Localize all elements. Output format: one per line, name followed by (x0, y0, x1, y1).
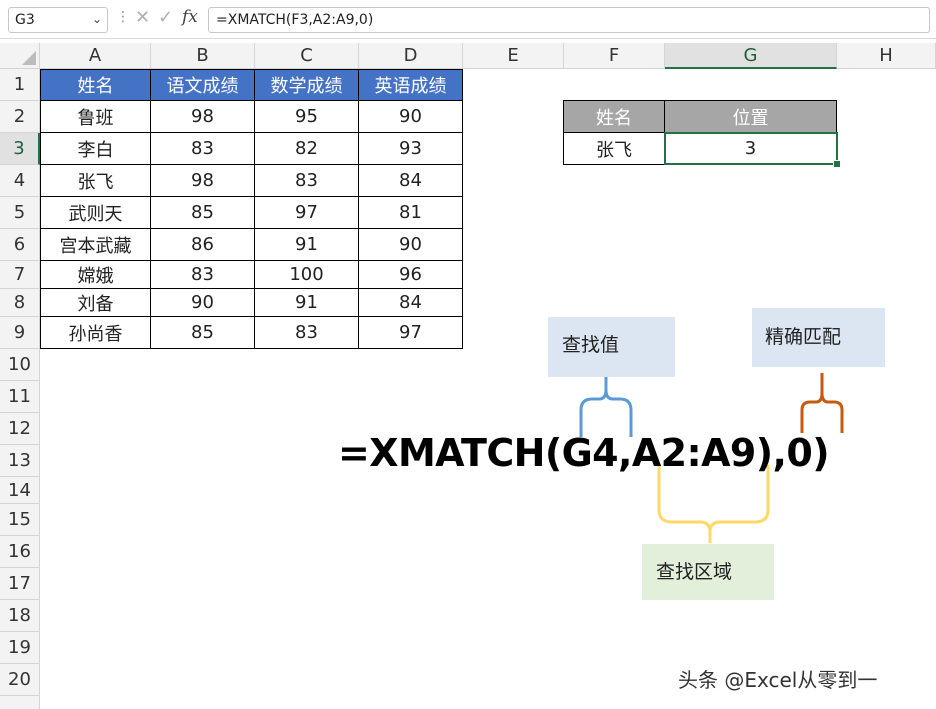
annotation-braces (579, 373, 844, 543)
watermark-text: 头条 @Excel从零到一 (678, 668, 878, 692)
annotated-formula: =XMATCH(G4,A2:A9),0) (338, 431, 830, 475)
brace-lookup-range (657, 465, 770, 543)
brace-exact-match (800, 373, 844, 433)
brace-lookup-value (579, 377, 633, 437)
